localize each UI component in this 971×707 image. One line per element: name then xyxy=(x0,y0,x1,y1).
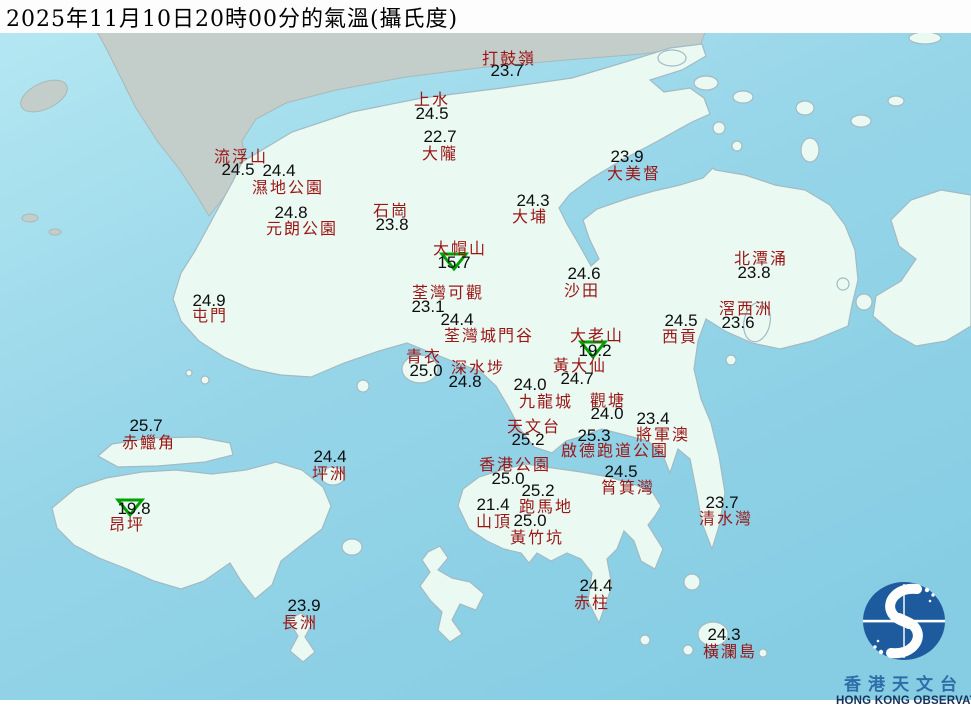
station-label: 黃大仙 xyxy=(552,356,608,375)
station-label: 清水灣 xyxy=(698,509,754,528)
station-label: 橫瀾島 xyxy=(702,642,758,661)
station-label: 上水 xyxy=(413,90,451,109)
station-label: 昂坪 xyxy=(108,515,146,534)
station-label: 青衣 xyxy=(405,347,443,366)
station-label: 山頂 xyxy=(475,512,513,531)
station-label: 大帽山 xyxy=(432,239,488,258)
hko-logo-chinese-name: 香港天文台 xyxy=(844,675,964,695)
station-label: 坪洲 xyxy=(311,464,349,483)
station-label: 荃灣城門谷 xyxy=(443,326,535,345)
station-label: 啟德跑道公園 xyxy=(560,441,670,460)
station-label: 赤鱲角 xyxy=(121,433,177,452)
station-label: 屯門 xyxy=(191,306,229,325)
station-label: 大埔 xyxy=(511,207,549,226)
station-label: 黃竹坑 xyxy=(509,528,565,547)
station-label: 濕地公園 xyxy=(251,178,325,197)
station-label: 荃灣可觀 xyxy=(411,283,485,302)
station-layer: 23.7 打鼓嶺 24.5 上水 22.7 大隴 24.5 流浮山 24.4 濕地公園 23.9 大美… xyxy=(0,0,971,700)
station-label: 觀塘 xyxy=(589,391,627,410)
station-label: 石崗 xyxy=(372,201,410,220)
hko-logo-english-name: HONG KONG OBSERVATORY xyxy=(836,695,971,707)
station-label: 北潭涌 xyxy=(733,249,789,268)
station-label: 沙田 xyxy=(563,281,601,300)
station-label: 深水埗 xyxy=(450,358,506,377)
station-label: 香港公園 xyxy=(478,455,552,474)
station-label: 大隴 xyxy=(421,144,459,163)
hko-logo: 香港天文台 HONG KONG OBSERVATORY xyxy=(836,578,971,707)
station-label: 滘西洲 xyxy=(718,299,774,318)
station-label: 筲箕灣 xyxy=(600,478,656,497)
station-label: 長洲 xyxy=(281,613,319,632)
title-bar: 2025年11月10日20時00分的氣溫(攝氏度) xyxy=(0,0,971,33)
station-label: 流浮山 xyxy=(213,147,269,166)
station-label: 大老山 xyxy=(569,326,625,345)
station-label: 天文台 xyxy=(506,417,562,436)
map-title: 2025年11月10日20時00分的氣溫(攝氏度) xyxy=(6,6,459,32)
station-label: 大美督 xyxy=(606,164,662,183)
temperature-map-screen: 2025年11月10日20時00分的氣溫(攝氏度) 23.7 打鼓嶺 24.5 上水 2… xyxy=(0,0,971,707)
station-label: 赤柱 xyxy=(573,593,611,612)
station-label: 元朗公園 xyxy=(265,219,339,238)
station-label: 西貢 xyxy=(661,327,699,346)
station-label: 打鼓嶺 xyxy=(481,49,537,68)
station-label: 九龍城 xyxy=(518,392,574,411)
hko-logo-icon xyxy=(863,582,945,660)
